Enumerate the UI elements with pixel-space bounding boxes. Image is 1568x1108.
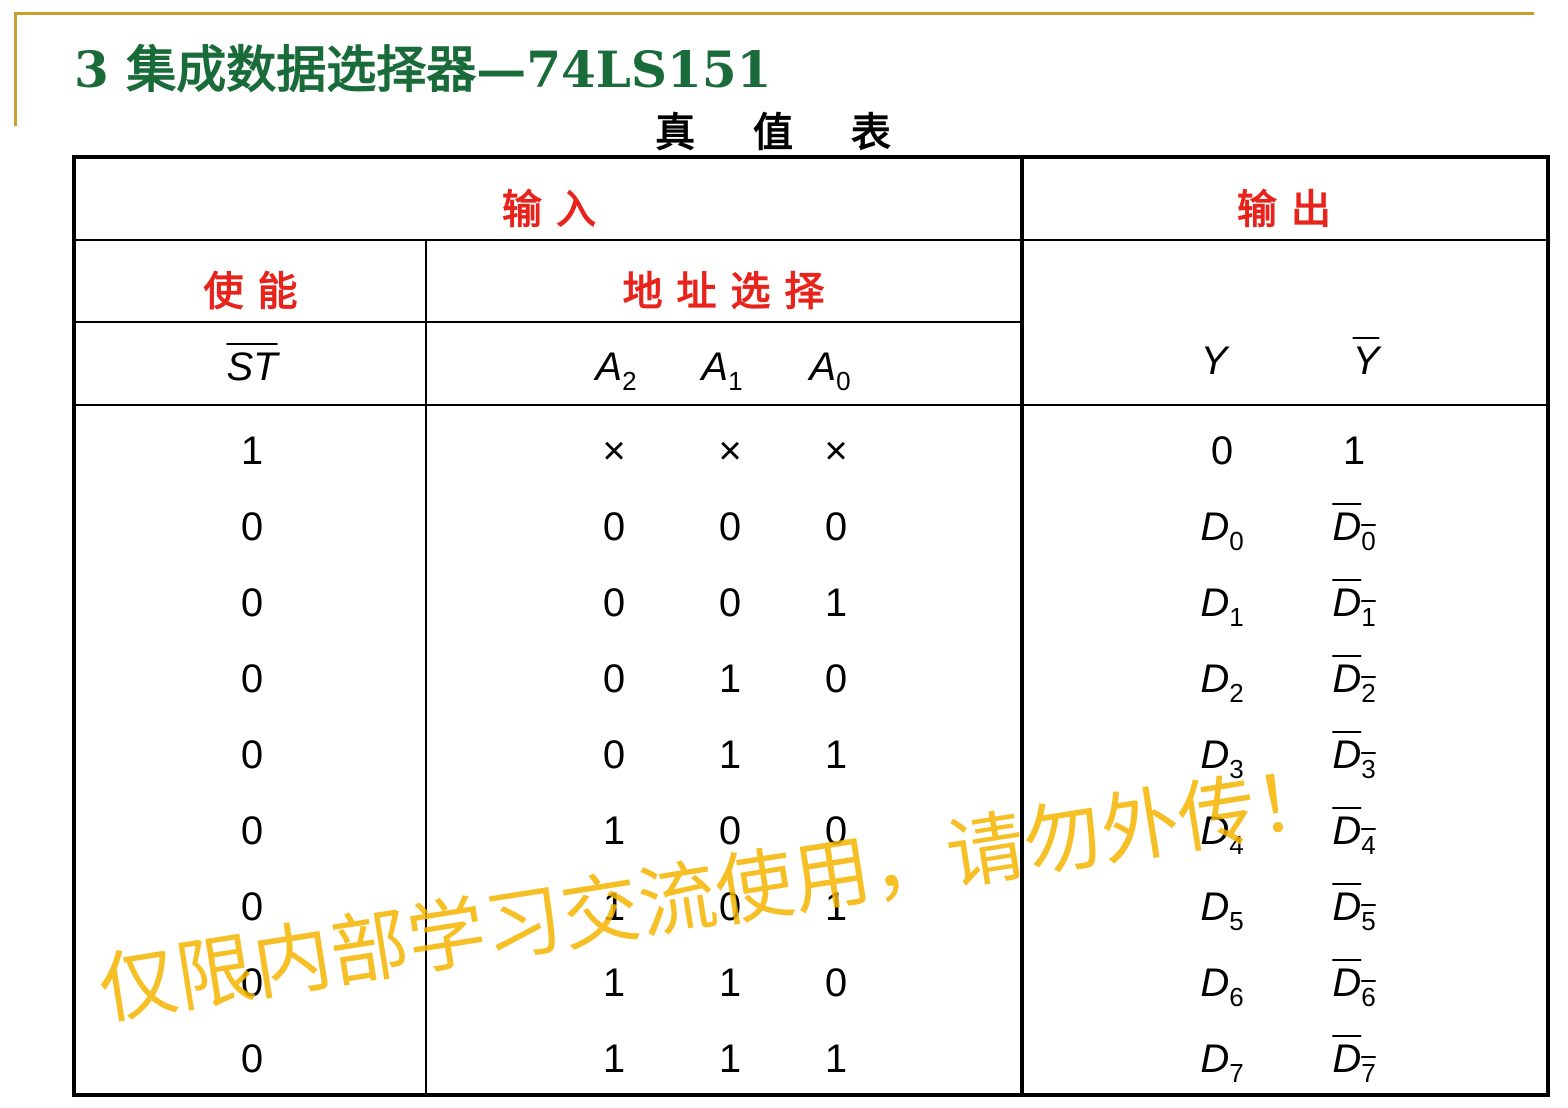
cell-st: 0: [240, 1037, 264, 1081]
cell-y: 0: [1210, 429, 1234, 473]
cell-st: 0: [240, 657, 264, 701]
vline-output: [1020, 159, 1024, 1093]
cell-st: 0: [240, 809, 264, 853]
col-a0: A0: [809, 345, 851, 396]
col-ybar: Y: [1352, 339, 1380, 383]
table-caption: 真 值 表: [655, 110, 913, 156]
header-enable: 使 能: [203, 269, 298, 315]
cell-ybar: D6: [1332, 961, 1376, 1012]
col-a2: A2: [595, 345, 637, 396]
col-y: Y: [1200, 339, 1228, 383]
cell-a2: 0: [602, 505, 626, 549]
cell-ybar: D3: [1332, 733, 1376, 784]
cell-a2: 0: [602, 733, 626, 777]
cell-y: D2: [1200, 657, 1244, 708]
cell-st: 1: [240, 429, 264, 473]
cell-st: 0: [240, 505, 264, 549]
cell-a1: ×: [718, 429, 742, 473]
cell-a1: 1: [718, 961, 742, 1005]
cell-st: 0: [240, 733, 264, 777]
cell-ybar: D0: [1332, 505, 1376, 556]
cell-a2: 1: [602, 961, 626, 1005]
cell-a1: 0: [718, 581, 742, 625]
cell-a0: ×: [824, 429, 848, 473]
cell-a0: 1: [824, 581, 848, 625]
cell-y: D7: [1200, 1037, 1244, 1088]
top-rule: [14, 12, 1534, 15]
cell-ybar: D5: [1332, 885, 1376, 936]
col-a1: A1: [701, 345, 743, 396]
cell-a2: 0: [602, 657, 626, 701]
col-st: ST: [226, 345, 278, 389]
cell-a1: 1: [718, 657, 742, 701]
cell-a2: ×: [602, 429, 626, 473]
header-address: 地 址 选 择: [622, 269, 825, 315]
hline-1: [76, 239, 1546, 241]
cell-a0: 0: [824, 657, 848, 701]
cell-a0: 1: [824, 733, 848, 777]
cell-a1: 0: [718, 505, 742, 549]
cell-st: 0: [240, 581, 264, 625]
header-output: 输 出: [1237, 187, 1331, 233]
cell-y: D1: [1200, 581, 1244, 632]
cell-y: D6: [1200, 961, 1244, 1012]
cell-ybar: D2: [1332, 657, 1376, 708]
cell-a2: 1: [602, 1037, 626, 1081]
cell-y: D5: [1200, 885, 1244, 936]
cell-ybar: D7: [1332, 1037, 1376, 1088]
cell-ybar: 1: [1342, 429, 1366, 473]
cell-a0: 0: [824, 961, 848, 1005]
cell-a1: 1: [718, 733, 742, 777]
hline-2: [76, 321, 1022, 323]
cell-a0: 1: [824, 1037, 848, 1081]
cell-y: D0: [1200, 505, 1244, 556]
slide-title: 3 集成数据选择器—74LS151: [74, 40, 772, 99]
cell-a2: 0: [602, 581, 626, 625]
cell-a1: 1: [718, 1037, 742, 1081]
cell-ybar: D1: [1332, 581, 1376, 632]
header-input: 输 入: [502, 187, 596, 233]
cell-a0: 0: [824, 505, 848, 549]
cell-ybar: D4: [1332, 809, 1376, 860]
hline-3: [76, 404, 1546, 406]
